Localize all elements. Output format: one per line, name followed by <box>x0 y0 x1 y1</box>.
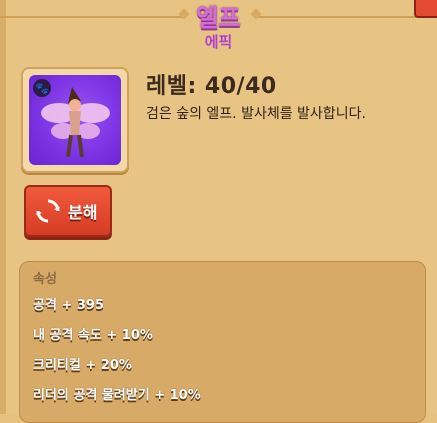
item-description: 검은 숲의 엘프. 발사체를 발사합니다. <box>146 106 366 122</box>
attributes-section: 속성 공격 + 395 내 공격 속도 + 10% 크리티컬 + 20% 리더의… <box>19 261 426 423</box>
item-portrait: 🐾 <box>29 75 121 165</box>
attributes-title: 속성 <box>33 272 57 287</box>
attribute-line: 내 공격 속도 + 10% <box>33 328 153 343</box>
disassemble-button[interactable]: 분해 <box>24 185 112 237</box>
item-title: 엘프 <box>196 4 241 32</box>
attribute-line: 크리티컬 + 20% <box>33 358 132 373</box>
panel-left-edge <box>0 0 6 414</box>
attribute-line: 리더의 공격 물려받기 + 10% <box>33 388 201 403</box>
item-level: 레벨: 40/40 <box>146 74 277 99</box>
item-portrait-card: 🐾 <box>21 67 129 173</box>
disassemble-button-label: 분해 <box>68 203 98 222</box>
paw-icon: 🐾 <box>33 79 51 97</box>
recycle-icon <box>36 199 60 223</box>
item-rarity: 에픽 <box>204 33 233 51</box>
attribute-line: 공격 + 395 <box>33 298 105 313</box>
